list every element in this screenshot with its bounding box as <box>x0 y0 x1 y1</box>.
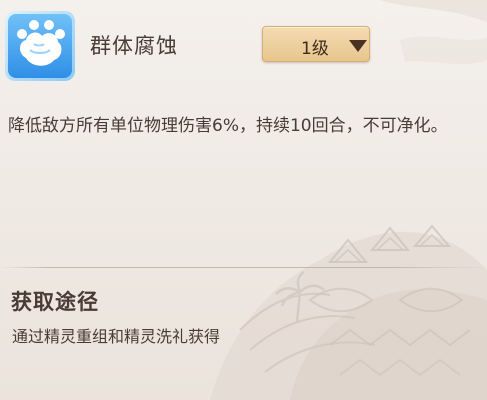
skill-description: 降低敌方所有单位物理伤害6%，持续10回合，不可净化。 <box>8 116 448 136</box>
skill-icon[interactable] <box>4 10 76 82</box>
acquisition-title: 获取途径 <box>11 290 99 314</box>
level-label: 1级 <box>301 39 329 59</box>
skill-info-panel: 群体腐蚀 1级 降低敌方所有单位物理伤害6%，持续10回合，不可净化。 获取途径… <box>0 0 487 400</box>
level-dropdown[interactable]: 1级 <box>262 26 370 62</box>
skill-name: 群体腐蚀 <box>90 34 178 58</box>
chevron-down-icon <box>349 40 367 52</box>
acquisition-text: 通过精灵重组和精灵洗礼获得 <box>12 327 221 346</box>
divider <box>0 267 487 268</box>
paw-claw-icon <box>5 11 75 81</box>
